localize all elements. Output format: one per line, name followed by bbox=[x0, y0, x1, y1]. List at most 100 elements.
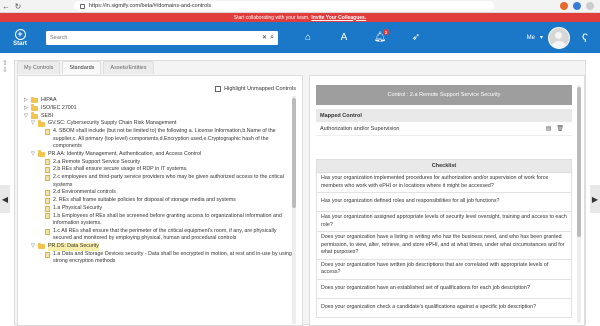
tree-node-label: 1.a Physical Security bbox=[53, 204, 103, 211]
document-icon bbox=[45, 166, 50, 173]
tab-bar: My Controls Standards Assets/Entities bbox=[17, 61, 156, 75]
search-box: ✕ ⌕ bbox=[46, 30, 278, 45]
document-icon bbox=[45, 197, 50, 204]
folder-icon bbox=[31, 104, 38, 111]
invite-link[interactable]: Invite Your Colleagues. bbox=[311, 15, 366, 21]
back-icon[interactable]: ← bbox=[0, 0, 12, 12]
home-icon[interactable]: ⌂ bbox=[290, 22, 326, 53]
checklist-item[interactable]: Has your organization defined roles and … bbox=[316, 193, 572, 212]
document-icon[interactable]: ▤ bbox=[546, 125, 552, 132]
folder-icon bbox=[38, 242, 45, 250]
standards-tree-pane: Highlight Unmapped Controls ▷ HIPAA ▷ ISO/I… bbox=[17, 75, 303, 326]
tree-node[interactable]: 2. REs shall frame suitable policies for… bbox=[24, 197, 292, 204]
app-header: + Start ✕ ⌕ ⌂ A 🔔︎2 ➶ Me ▾ ʕ bbox=[0, 22, 600, 53]
notifications-icon[interactable]: 🔔︎ 2 bbox=[362, 22, 398, 53]
browser-toolbar: ← ↻ https://in.sigmify.com/beta/#/domain… bbox=[0, 0, 600, 13]
domains-controls-panel: My Controls Standards Assets/Entities Hi… bbox=[14, 60, 586, 326]
expanded-icon[interactable]: ▽ bbox=[24, 113, 31, 120]
tree-node[interactable]: 1.a Physical Security bbox=[24, 205, 292, 212]
document-icon bbox=[45, 159, 50, 166]
user-menu[interactable]: Me ▾ bbox=[526, 26, 570, 49]
tree-node[interactable]: ▽ PR.DS: Data Security bbox=[24, 242, 292, 251]
reload-icon[interactable]: ↻ bbox=[12, 0, 24, 12]
tree-node-label: PR.DS: Data Security bbox=[48, 243, 99, 251]
plus-icon: + bbox=[14, 28, 26, 40]
detail-scrollbar[interactable] bbox=[577, 85, 581, 323]
expanded-icon[interactable]: ▽ bbox=[31, 243, 38, 250]
tree-node-label: HIPAA bbox=[41, 97, 57, 103]
checklist-item[interactable]: Does your organization have a listing in… bbox=[316, 232, 572, 260]
start-label: Start bbox=[13, 40, 27, 47]
mapped-control-row[interactable]: Authorization and/or Supervision ▤ 🗑︎ bbox=[316, 122, 572, 136]
tree-node-label: PR.AA: Identity Management, Authenticati… bbox=[48, 150, 202, 157]
tree-node-label: SEBI bbox=[41, 112, 54, 119]
collapsed-icon[interactable]: ▷ bbox=[24, 105, 31, 112]
collapsed-icon[interactable]: ▷ bbox=[24, 97, 31, 104]
document-icon bbox=[45, 205, 50, 212]
left-nav-arrow-icon[interactable]: ◀ bbox=[0, 185, 10, 213]
clear-icon[interactable]: ✕ bbox=[262, 34, 267, 41]
tree-node[interactable]: 4. SBOM shall include (but not be limite… bbox=[24, 128, 292, 150]
document-icon bbox=[45, 251, 50, 258]
checklist: Has your organization implemented proced… bbox=[316, 173, 572, 318]
document-icon bbox=[45, 213, 50, 220]
folder-icon bbox=[38, 120, 45, 127]
url-text: https://in.sigmify.com/beta/#/domains-an… bbox=[89, 3, 212, 9]
profile-icon[interactable] bbox=[573, 2, 581, 10]
avatar[interactable] bbox=[548, 26, 570, 49]
tab-assets-entities[interactable]: Assets/Entities bbox=[103, 61, 154, 74]
search-icon[interactable]: ⌕ bbox=[270, 34, 274, 42]
rocket-icon[interactable]: ➶ bbox=[398, 22, 434, 53]
me-label: Me bbox=[526, 34, 535, 41]
tree-node-label: 1.c All REs shall ensure that the perime… bbox=[53, 227, 277, 242]
highlight-label: Highlight Unmapped Controls bbox=[224, 86, 296, 92]
document-icon bbox=[45, 228, 50, 235]
tree-node-label: 1.a Data and Storage Devices security - … bbox=[53, 250, 292, 265]
checklist-item[interactable]: Does your organization have written job … bbox=[316, 259, 572, 280]
tree-node-label: 2.a Remote Support Service Security bbox=[53, 158, 141, 165]
tree-node[interactable]: 2.a Remote Support Service Security bbox=[24, 159, 292, 166]
document-icon bbox=[45, 189, 50, 196]
tree-node[interactable]: ▷ ISO/IEC 27001 bbox=[24, 104, 292, 112]
tree-scrollbar[interactable] bbox=[292, 96, 296, 324]
tree-node-label: GV.SC: Cybersecurity Supply Chain Risk M… bbox=[48, 120, 177, 127]
tree-node[interactable]: ▷ HIPAA bbox=[24, 96, 292, 104]
collapse-toggle-icon[interactable]: ⇧ ⇩ bbox=[2, 60, 8, 74]
tree-node-label: 4. SBOM shall include (but not be limite… bbox=[53, 128, 276, 149]
tree-node[interactable]: ▽ SEBI bbox=[24, 112, 292, 120]
tree-node[interactable]: ▽ PR.AA: Identity Management, Authenticat… bbox=[24, 150, 292, 158]
tree-node[interactable]: 2.d Environmental controls bbox=[24, 189, 292, 196]
tree-node[interactable]: ▽ GV.SC: Cybersecurity Supply Chain Risk … bbox=[24, 120, 292, 127]
sigmify-logo-icon[interactable]: ʕ bbox=[570, 31, 600, 45]
expanded-icon[interactable]: ▽ bbox=[31, 151, 38, 158]
checklist-item[interactable]: Has your organization assigned appropria… bbox=[316, 212, 572, 232]
search-input[interactable] bbox=[50, 34, 263, 41]
tree-node[interactable]: 1.b Employees of REs shall be screened b… bbox=[24, 213, 292, 228]
checklist-item[interactable]: Has your organization implemented proced… bbox=[316, 173, 572, 193]
extension-icon[interactable] bbox=[560, 2, 568, 10]
address-bar[interactable]: https://in.sigmify.com/beta/#/domains-an… bbox=[74, 1, 494, 11]
expanded-icon[interactable]: ▽ bbox=[31, 120, 38, 127]
folder-icon bbox=[31, 112, 38, 119]
tree-node[interactable]: 2.b REs shall ensure secure usage of RDP… bbox=[24, 166, 292, 173]
tab-standards[interactable]: Standards bbox=[62, 61, 102, 74]
delete-icon[interactable]: 🗑︎ bbox=[556, 125, 564, 132]
tree-node[interactable]: 2.c employees and third-party service pr… bbox=[24, 174, 292, 189]
notification-badge: 2 bbox=[383, 29, 389, 35]
tree-node-label: 1.b Employees of REs shall be screened b… bbox=[53, 212, 282, 227]
tab-my-controls[interactable]: My Controls bbox=[17, 61, 61, 74]
mapped-control-name: Authorization and/or Supervision bbox=[320, 125, 400, 132]
start-button[interactable]: + Start bbox=[0, 28, 40, 47]
right-nav-arrow-icon[interactable]: ▶ bbox=[590, 185, 600, 213]
tree-node[interactable]: 1.c All REs shall ensure that the perime… bbox=[24, 228, 292, 243]
control-header: Control : 2.a Remote Support Service Sec… bbox=[316, 85, 572, 105]
document-icon bbox=[45, 174, 50, 181]
highlight-checkbox[interactable] bbox=[215, 86, 222, 92]
tree-node[interactable]: 1.a Data and Storage Devices security - … bbox=[24, 251, 292, 266]
menu-icon[interactable] bbox=[586, 2, 594, 10]
checklist-item[interactable]: Does your organization have an establish… bbox=[316, 279, 572, 299]
checklist-item[interactable]: Does your organization check a candidate… bbox=[316, 298, 572, 318]
text-icon[interactable]: A bbox=[326, 22, 362, 53]
document-icon bbox=[45, 128, 50, 135]
highlight-unmapped-toggle[interactable]: Highlight Unmapped Controls bbox=[215, 86, 296, 92]
